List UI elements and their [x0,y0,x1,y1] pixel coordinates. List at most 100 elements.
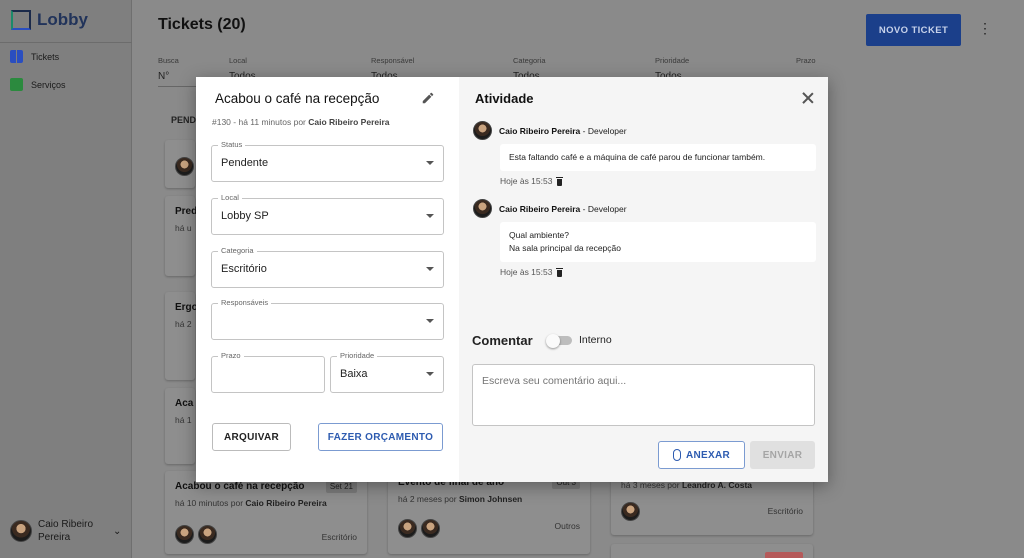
filter-label: Busca [158,56,179,65]
ticket-title: Acabou o café na recepção [215,91,380,106]
card-category: Escritório [767,506,803,516]
ticket-card[interactable] [611,544,813,558]
sidebar-item-label: Serviços [31,79,66,90]
avatar [473,121,492,140]
page-title: Tickets (20) [158,16,246,33]
prazo-field[interactable]: Prazo [211,351,325,393]
ticket-details-panel: Acabou o café na recepção #130 - há 11 m… [196,77,459,482]
caret-down-icon [426,161,434,165]
filter-value: N° [158,71,170,82]
caret-down-icon [426,214,434,218]
comment-text: Esta faltando café e a máquina de café p… [509,152,766,162]
make-budget-button[interactable]: FAZER ORÇAMENTO [318,423,443,451]
field-label: Prioridade [337,351,378,360]
prioridade-select[interactable]: Prioridade Baixa [330,351,444,393]
ticket-card[interactable]: Evento de final de ano Out 3 há 2 meses … [388,471,590,554]
caret-down-icon [426,319,434,323]
internal-toggle-label: Interno [579,334,612,346]
ticket-meta-text: #130 - há 11 minutos por [212,117,306,127]
field-label: Status [218,140,246,149]
card-author: Simon Johnsen [458,494,523,504]
ticket-card[interactable]: Pred há u [165,196,198,276]
comment-heading: Comentar [472,333,533,348]
categoria-select[interactable]: Categoria Escritório [211,246,444,288]
comment-author: Caio Ribeiro Pereira [499,203,581,214]
user-name-last: Pereira [38,532,71,543]
comment-role: - Developer [582,125,627,136]
comment-body: Esta faltando café e a máquina de café p… [500,144,816,171]
comment-item: Caio Ribeiro Pereira - Developer Qual am… [473,199,816,277]
card-author: Caio Ribeiro Pereira [245,498,327,508]
more-options-icon[interactable]: ⋮ [978,21,992,35]
filter-prazo[interactable]: Prazo [796,56,816,71]
avatar [621,502,640,521]
caret-down-icon [426,372,434,376]
ticket-author: Caio Ribeiro Pereira [308,117,390,127]
user-menu[interactable]: Caio Ribeiro Pereira ⌄ [10,518,121,544]
comment-body: Qual ambiente? Na sala principal da rece… [500,222,816,262]
avatar [421,519,440,538]
card-subtitle: há 2 meses por [398,494,457,504]
field-value: Lobby SP [221,210,269,222]
field-value: Pendente [221,157,269,169]
card-subtitle: há 2 [175,319,192,329]
new-ticket-button[interactable]: NOVO TICKET [866,14,961,46]
sidebar-item-tickets[interactable]: Tickets [10,50,59,63]
avatar [10,520,32,542]
close-icon[interactable] [802,92,814,104]
comment-text: Na sala principal da recepção [509,243,621,253]
filter-busca[interactable]: Busca N° [158,56,179,82]
field-value: Baixa [340,368,368,380]
avatar [175,157,194,176]
card-subtitle: há 10 minutos por [175,498,244,508]
pencil-icon[interactable] [421,91,435,105]
send-button[interactable]: ENVIAR [750,441,815,469]
card-title: Pred [175,206,198,217]
tickets-icon [10,50,23,63]
app-logo[interactable]: Lobby [11,10,88,30]
filter-label: Local [229,56,247,65]
field-label: Prazo [218,351,244,360]
activity-title: Atividade [475,91,534,106]
card-title: Acabou o café na recepção [175,481,305,492]
trash-icon[interactable] [556,267,564,277]
comment-text: Qual ambiente? [509,230,570,240]
status-select[interactable]: Status Pendente [211,140,444,182]
comment-input[interactable] [472,364,815,426]
responsaveis-select[interactable]: Responsáveis [211,298,444,340]
ticket-card[interactable] [165,140,195,188]
comment-time: Hoje às 15:53 [500,267,553,277]
sidebar-item-servicos[interactable]: Serviços [10,78,66,91]
field-value: Escritório [221,263,267,275]
archive-button[interactable]: ARQUIVAR [212,423,291,451]
ticket-meta: #130 - há 11 minutos por Caio Ribeiro Pe… [212,117,390,127]
comment-item: Caio Ribeiro Pereira - Developer Esta fa… [473,121,816,186]
paperclip-icon [672,449,681,461]
local-select[interactable]: Local Lobby SP [211,193,444,235]
trash-icon[interactable] [556,176,564,186]
sidebar-divider [0,42,132,43]
comment-time: Hoje às 15:53 [500,176,553,186]
card-category: Escritório [321,532,357,542]
avatar [473,199,492,218]
column-header-pendente: PEND [171,115,197,125]
comment-role: - Developer [582,203,627,214]
avatar [398,519,417,538]
internal-toggle[interactable] [546,333,572,348]
activity-panel: Atividade Caio Ribeiro Pereira - Develop… [459,77,828,482]
sidebar: Lobby Tickets Serviços Caio Ribeiro Pere… [0,0,132,558]
ticket-modal: Acabou o café na recepção #130 - há 11 m… [196,77,828,482]
ticket-card[interactable]: Aca há 1 [165,388,195,464]
avatar [198,525,217,544]
field-label: Responsáveis [218,298,272,307]
calendar-icon [10,78,23,91]
ticket-card[interactable]: Acabou o café na recepção Set 21 há 10 m… [165,471,367,554]
filter-label: Categoria [513,56,546,65]
app-name: Lobby [37,10,88,29]
filter-label: Prazo [796,56,816,65]
ticket-card[interactable]: Ergo há 2 [165,292,198,380]
attach-button[interactable]: ANEXAR [658,441,745,469]
filter-label: Responsável [371,56,415,65]
sidebar-item-label: Tickets [31,51,60,62]
avatar [175,525,194,544]
